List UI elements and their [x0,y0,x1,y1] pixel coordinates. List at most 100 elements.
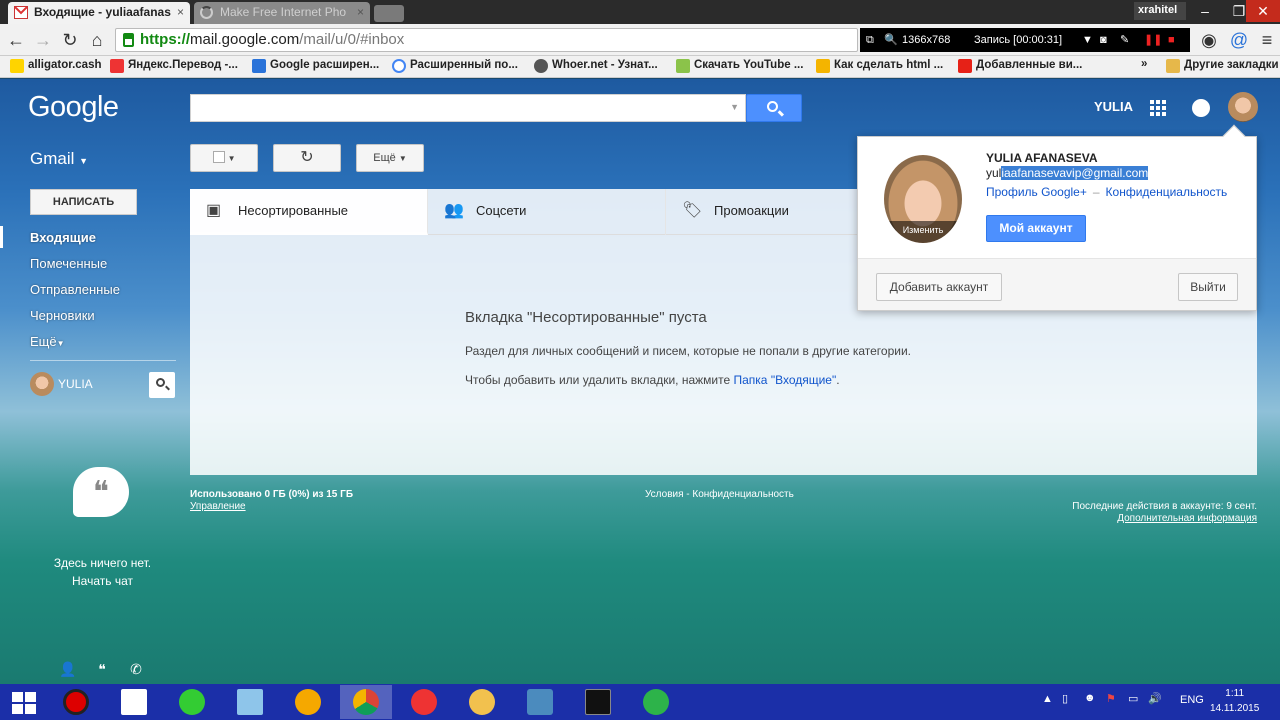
refresh-button[interactable]: ↻ [273,144,341,172]
phone-icon[interactable]: ✆ [126,661,146,681]
back-icon[interactable]: ← [5,29,27,51]
address-bar[interactable]: https://mail.google.com/mail/u/0/#inbox [115,28,858,52]
tray-app-icon[interactable]: ▯ [1062,692,1068,705]
chat-bubble-icon[interactable]: ❝ [92,661,112,681]
youtube-icon [958,59,972,73]
home-icon[interactable]: ⌂ [86,29,108,51]
nav-drafts[interactable]: Черновики [30,308,95,323]
network-icon[interactable]: ▭ [1128,692,1138,705]
profile-photo[interactable]: Изменить [884,155,962,243]
add-account-button[interactable]: Добавить аккаунт [876,273,1002,301]
tab-primary[interactable]: ▣ Несортированные [190,189,428,235]
profile-name[interactable]: xrahitel [1134,2,1186,20]
apps-grid-icon[interactable] [1150,100,1166,116]
notifications-bell-icon[interactable] [1192,99,1210,117]
person-icon[interactable]: 👤 [58,661,78,681]
change-photo-link[interactable]: Изменить [884,221,962,243]
bookmark-item[interactable]: Whoer.net - Узнат... [534,59,658,73]
taskbar-app[interactable] [108,685,160,719]
ih-icon [252,59,266,73]
google-plus-profile-link[interactable]: Профиль Google+ [986,185,1087,199]
tray-app-icon[interactable]: ☻ [1084,692,1096,704]
close-icon[interactable]: × [177,5,184,19]
tray-expand-icon[interactable]: ▲ [1042,693,1053,705]
tray-flag-icon[interactable]: ⚑ [1106,692,1116,705]
hangouts-search-button[interactable] [149,372,175,398]
taskbar-app[interactable] [282,685,334,719]
search-input[interactable]: ▼ [190,94,746,122]
bookmarks-bar: alligator.cash Яндекс.Перевод -... Googl… [0,56,1280,78]
close-icon[interactable]: × [357,5,364,19]
mail-extension-icon[interactable]: @ [1228,29,1250,51]
browser-toolbar: ← → ↻ ⌂ https://mail.google.com/mail/u/0… [0,24,1280,56]
taskbar-app[interactable] [166,685,218,719]
python-app-icon [527,689,553,715]
system-clock[interactable]: 1:11 14.11.2015 [1210,686,1259,716]
taskbar-app-active[interactable] [340,685,392,719]
taskbar-app[interactable] [572,685,624,719]
browser-tab-phone[interactable]: Make Free Internet Pho × [194,2,370,24]
sign-out-button[interactable]: Выйти [1178,273,1238,301]
bookmark-item[interactable]: Добавленные ви... [958,59,1082,73]
bookmark-item[interactable]: Скачать YouTube ... [676,59,803,73]
header-username[interactable]: YULIA [1094,99,1133,114]
taskbar-app[interactable] [50,685,102,719]
new-tab-button[interactable] [374,5,404,22]
close-window-icon[interactable]: ✕ [1246,0,1280,22]
dropdown-icon[interactable]: ▼ [1082,28,1093,52]
inbox-settings-link[interactable]: Папка "Входящие" [734,373,837,387]
details-link[interactable]: Дополнительная информация [1040,513,1257,525]
zoom-icon[interactable]: 🔍 [884,28,898,52]
language-indicator[interactable]: ENG [1180,694,1204,706]
volume-icon[interactable]: 🔊 [1148,692,1162,705]
more-actions-button[interactable]: Ещё ▼ [356,144,424,172]
compose-button[interactable]: НАПИСАТЬ [30,189,137,215]
dropdown-arrow-icon[interactable]: ▼ [730,102,739,112]
bookmarks-overflow-button[interactable]: » [1141,58,1147,70]
taskbar-app[interactable] [456,685,508,719]
taskbar-app[interactable] [224,685,276,719]
bookmark-item[interactable]: Как сделать html ... [816,59,943,73]
windows-start-icon[interactable] [12,692,36,714]
my-account-button[interactable]: Мой аккаунт [986,215,1086,242]
nav-starred[interactable]: Помеченные [30,256,107,271]
search-button[interactable] [746,94,802,122]
forward-icon[interactable]: → [32,29,54,51]
camera-icon[interactable]: ◙ [1100,28,1107,52]
start-chat-link[interactable]: Начать чат [30,572,175,590]
nav-inbox[interactable]: Входящие [30,230,96,245]
tab-social[interactable]: 👥 Соцсети [428,189,666,235]
nav-more[interactable]: Ещё▼ [30,334,65,349]
stop-icon[interactable]: ■ [1168,28,1175,52]
dropdown-arrow-icon: ▼ [227,154,236,163]
taskbar-app[interactable] [630,685,682,719]
bookmark-item[interactable]: alligator.cash [10,59,102,73]
menu-icon[interactable]: ≡ [1256,29,1278,51]
search-icon [156,378,165,387]
browser-tab-inbox[interactable]: Входящие - yuliaafanas × [8,2,190,24]
active-nav-indicator [0,226,3,248]
window-icon[interactable]: ⧉ [866,28,874,52]
select-checkbox-button[interactable]: ▼ [190,144,258,172]
bookmark-item[interactable]: Google расширен... [252,59,379,73]
account-avatar[interactable] [1228,92,1258,122]
taskbar-app[interactable] [398,685,450,719]
nav-sent[interactable]: Отправленные [30,282,120,297]
bookmark-item[interactable]: Расширенный по... [392,59,518,73]
storage-usage-text: Использовано 0 ГБ (0%) из 15 ГБ [190,489,354,500]
privacy-link[interactable]: Конфиденциальность [1106,185,1228,199]
minimize-icon[interactable]: – [1188,0,1222,22]
account-links: Профиль Google+ – Конфиденциальность [986,185,1227,199]
terms-privacy-link[interactable]: Условия - Конфиденциальность [645,489,794,500]
pause-icon[interactable]: ❚❚ [1144,28,1162,52]
bookmark-item[interactable]: Яндекс.Перевод -... [110,59,238,73]
reload-icon[interactable]: ↻ [59,29,81,51]
url-scheme: https:// [140,31,190,48]
pen-icon[interactable]: ✎ [1120,28,1129,52]
taskbar-app[interactable] [514,685,566,719]
extension-icon[interactable]: ◉ [1198,29,1220,51]
other-bookmarks-folder[interactable]: Другие закладки [1166,59,1279,73]
google-logo[interactable]: Google [28,91,119,124]
gmail-switcher[interactable]: Gmail ▼ [30,149,88,169]
manage-storage-link[interactable]: Управление [190,501,353,513]
